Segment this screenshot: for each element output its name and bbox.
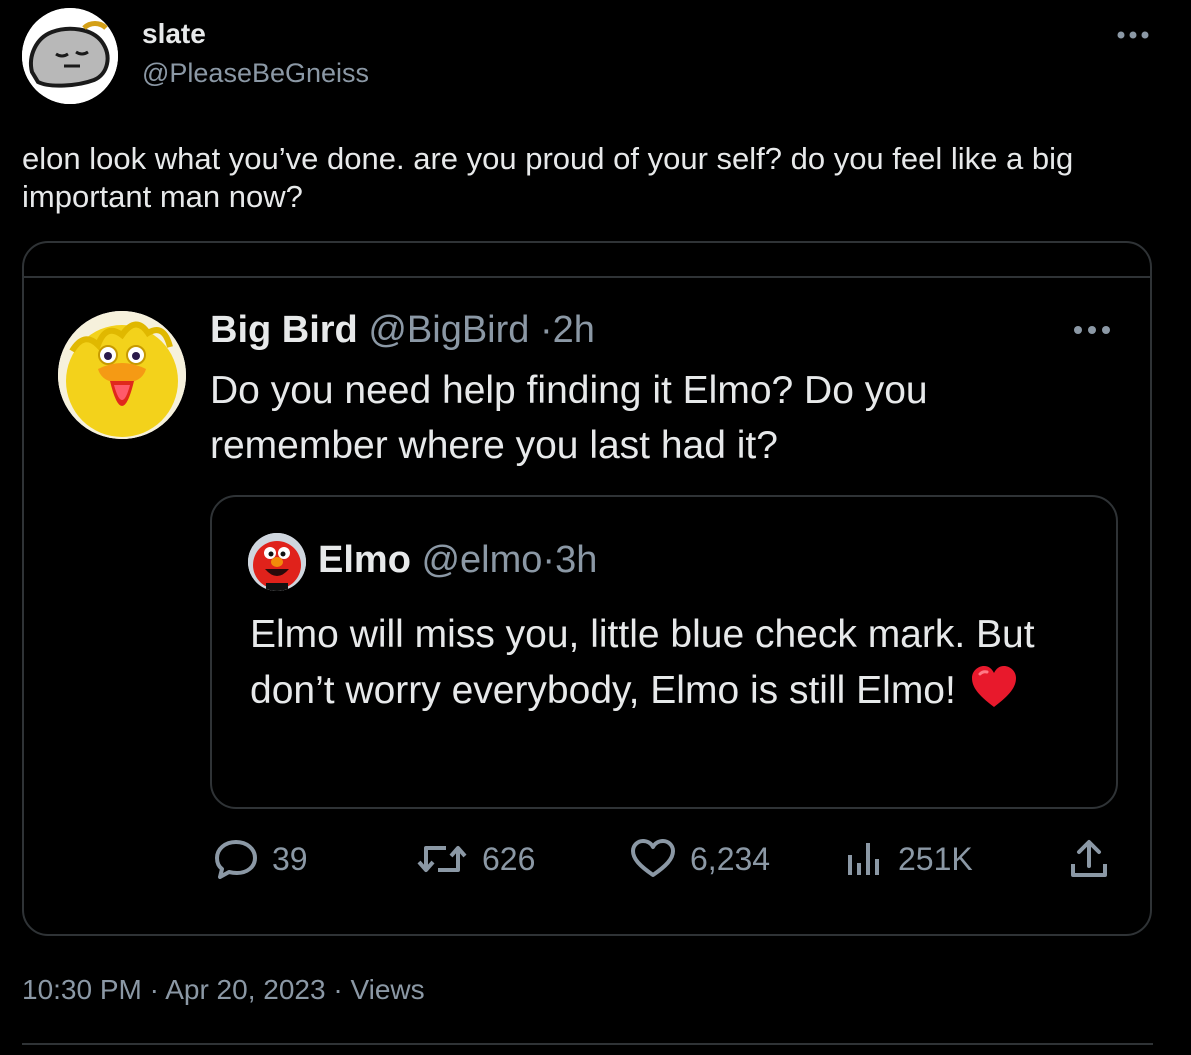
big-bird-avatar[interactable] (58, 311, 186, 439)
bottom-divider (22, 1043, 1153, 1045)
quoted-handle[interactable]: @BigBird (368, 309, 529, 351)
quoted-separator: · (539, 309, 553, 351)
nested-name[interactable]: Elmo (318, 539, 411, 581)
reply-button[interactable]: 39 (214, 837, 308, 881)
time-separator: · (149, 974, 159, 1005)
tweet-date[interactable]: Apr 20, 2023 (165, 974, 325, 1005)
big-bird-image (58, 311, 186, 439)
card-divider (24, 276, 1150, 278)
views-count: 251K (898, 840, 973, 877)
nested-text-block: Elmo will miss you, little blue check ma… (250, 607, 1090, 725)
author-avatar[interactable] (22, 8, 118, 104)
quoted-age[interactable]: 2h (553, 309, 595, 351)
attached-screenshot[interactable]: Big Bird @BigBird ·2h Do you need help f… (22, 241, 1152, 936)
date-separator: · (333, 974, 343, 1005)
author-name[interactable]: slate (142, 18, 206, 50)
views-label[interactable]: Views (350, 974, 424, 1005)
elmo-avatar[interactable] (248, 533, 306, 591)
tweet-time[interactable]: 10:30 PM (22, 974, 142, 1005)
nested-quote[interactable]: Elmo @elmo·3h Elmo will miss you, little… (210, 495, 1118, 809)
nested-text: Elmo will miss you, little blue check ma… (250, 613, 1035, 712)
tweet-text: elon look what you’ve done. are you prou… (22, 141, 1074, 214)
quoted-text: Do you need help finding it Elmo? Do you… (210, 369, 928, 467)
views-icon (848, 843, 879, 875)
share-icon (1071, 840, 1107, 877)
red-heart-emoji (970, 665, 1018, 725)
reply-icon (215, 840, 257, 879)
tweet-page: slate @PleaseBeGneiss elon look what you… (0, 0, 1191, 1055)
nested-age[interactable]: 3h (555, 539, 597, 581)
nested-header: Elmo @elmo·3h (318, 539, 597, 582)
nested-separator: · (542, 539, 556, 581)
retweet-button[interactable]: 626 (416, 837, 535, 881)
like-count: 6,234 (690, 840, 771, 877)
quoted-more-icon[interactable] (1072, 323, 1112, 337)
quoted-header: Big Bird @BigBird ·2h (210, 309, 595, 352)
nested-handle[interactable]: @elmo (421, 539, 542, 581)
author-handle[interactable]: @PleaseBeGneiss (142, 58, 369, 89)
share-button[interactable] (1068, 837, 1124, 881)
retweet-count: 626 (482, 840, 536, 877)
rock-avatar-image (22, 8, 118, 104)
views-button[interactable]: 251K (844, 837, 973, 881)
quoted-name[interactable]: Big Bird (210, 309, 358, 351)
like-icon (631, 839, 675, 877)
like-button[interactable]: 6,234 (630, 837, 770, 881)
elmo-image (248, 533, 306, 591)
retweet-icon (417, 846, 467, 872)
reply-count: 39 (272, 840, 308, 877)
more-icon[interactable] (1116, 28, 1150, 40)
tweet-timestamp: 10:30 PM · Apr 20, 2023 · Views (22, 974, 425, 1006)
